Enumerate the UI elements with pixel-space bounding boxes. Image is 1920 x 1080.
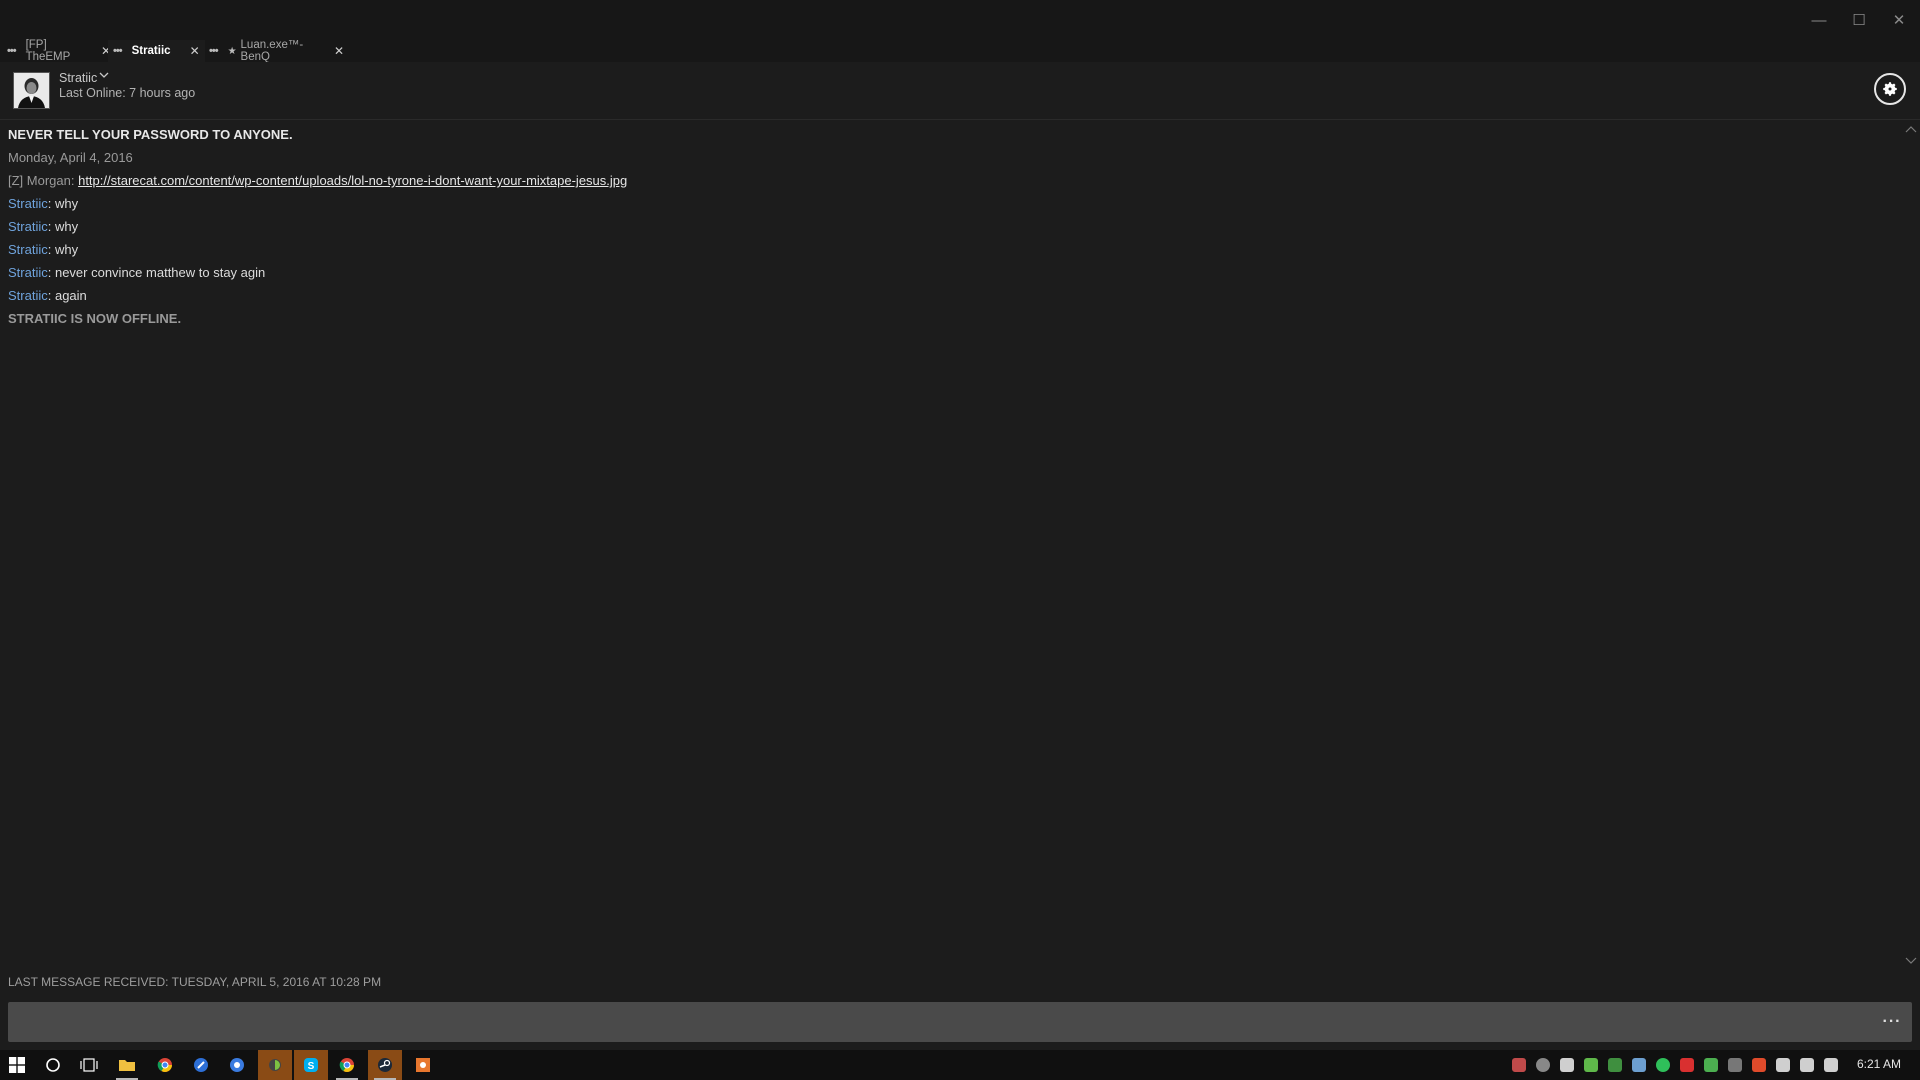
app-orange-2[interactable]	[406, 1050, 440, 1080]
tab-label: [FP] TheEMP	[25, 39, 71, 63]
scroll-up-arrow[interactable]	[1904, 124, 1918, 134]
tray-icon-6[interactable]	[1656, 1058, 1670, 1072]
offline-status: STRATIIC IS NOW OFFLINE.	[8, 311, 182, 326]
message-sender[interactable]: Stratiic	[8, 242, 48, 257]
tab-menu-icon[interactable]: •••	[209, 45, 219, 57]
avatar-image	[14, 73, 49, 108]
message-text: never convince matthew to stay agin	[54, 265, 266, 280]
tray-icon-10[interactable]	[1752, 1058, 1766, 1072]
taskbar: S 6:21 AM	[0, 1050, 1920, 1080]
chat-message: Stratiic: why	[8, 219, 79, 234]
settings-button[interactable]	[1874, 73, 1906, 105]
chrome-icon	[339, 1058, 354, 1072]
friend-name[interactable]: Stratiic	[59, 71, 97, 85]
message-sender[interactable]: Stratiic	[8, 288, 48, 303]
title-bar: — ☐ ✕	[0, 0, 1920, 40]
chat-log[interactable]: NEVER TELL YOUR PASSWORD TO ANYONE. Mond…	[0, 120, 1900, 965]
steam-tray-icon[interactable]	[1632, 1058, 1646, 1072]
close-icon[interactable]: ✕	[334, 44, 344, 58]
tab-theemp[interactable]: ••• [FP] TheEMP ✕	[7, 39, 111, 63]
scroll-down-arrow[interactable]	[1904, 956, 1918, 966]
message-sender[interactable]: Stratiic	[8, 196, 48, 211]
date-separator: Monday, April 4, 2016	[8, 150, 133, 165]
skype-icon: S	[304, 1058, 318, 1072]
task-view-button[interactable]	[72, 1050, 106, 1080]
app-icon	[416, 1058, 430, 1072]
message-text: why	[54, 242, 79, 257]
minimize-button[interactable]: —	[1808, 10, 1830, 32]
chrome-icon	[157, 1058, 172, 1072]
tab-luan-benq[interactable]: ••• ★ Luan.exe™-BenQ ✕	[209, 39, 344, 63]
close-icon[interactable]: ✕	[190, 44, 200, 58]
security-warning: NEVER TELL YOUR PASSWORD TO ANYONE.	[8, 127, 293, 142]
chat-message: [Z] Morgan: http://starecat.com/content/…	[8, 173, 628, 188]
tray-icon-5[interactable]	[1608, 1058, 1622, 1072]
tray-icon-4[interactable]	[1584, 1058, 1598, 1072]
volume-icon[interactable]	[1776, 1058, 1790, 1072]
file-explorer-app[interactable]	[110, 1050, 144, 1080]
tab-stratiic[interactable]: ••• Stratiic ✕	[108, 40, 205, 62]
close-window-button[interactable]: ✕	[1888, 10, 1910, 32]
windows-icon	[9, 1057, 25, 1073]
star-icon: ★	[227, 45, 237, 57]
message-link[interactable]: http://starecat.com/content/wp-content/u…	[78, 173, 627, 188]
tab-menu-icon[interactable]: •••	[113, 45, 123, 57]
last-online-status: Last Online: 7 hours ago	[59, 86, 196, 100]
message-text: why	[54, 219, 79, 234]
friend-header: Stratiic Last Online: 7 hours ago	[0, 62, 1920, 120]
message-text: why	[54, 196, 79, 211]
tray-icon-8[interactable]	[1704, 1058, 1718, 1072]
app-circle-icon	[194, 1058, 208, 1072]
app-orange-1[interactable]	[258, 1050, 292, 1080]
chrome-app[interactable]	[148, 1050, 182, 1080]
cortana-button[interactable]	[36, 1050, 70, 1080]
svg-text:S: S	[308, 1061, 315, 1072]
tray-icon-9[interactable]	[1728, 1058, 1742, 1072]
tray-icon-7[interactable]	[1680, 1058, 1694, 1072]
message-sender[interactable]: Stratiic	[8, 219, 48, 234]
tab-label: Luan.exe™-BenQ	[240, 39, 304, 63]
message-sender[interactable]: [Z] Morgan	[8, 173, 71, 188]
chat-message: Stratiic: never convince matthew to stay…	[8, 265, 266, 280]
app-circle-icon	[230, 1058, 244, 1072]
tab-label: Stratiic	[131, 45, 171, 57]
chat-input[interactable]	[8, 1002, 1868, 1042]
cortana-icon	[46, 1058, 60, 1072]
chat-message: Stratiic: why	[8, 242, 79, 257]
steam-app[interactable]	[368, 1050, 402, 1080]
app-icon	[269, 1059, 281, 1071]
last-message-received: LAST MESSAGE RECEIVED: TUESDAY, APRIL 5,…	[8, 975, 382, 989]
chrome-app-2[interactable]	[330, 1050, 364, 1080]
folder-icon	[119, 1060, 135, 1071]
chat-input-container: ···	[8, 1002, 1912, 1042]
chat-message: Stratiic: why	[8, 196, 79, 211]
app-blue-2[interactable]	[220, 1050, 254, 1080]
gear-icon	[1883, 82, 1897, 96]
steam-icon	[378, 1058, 392, 1072]
maximize-button[interactable]: ☐	[1848, 10, 1870, 32]
tab-menu-icon[interactable]: •••	[7, 45, 17, 57]
start-button[interactable]	[0, 1050, 34, 1080]
app-blue-1[interactable]	[184, 1050, 218, 1080]
tray-icon-3[interactable]	[1560, 1058, 1574, 1072]
clock[interactable]: 6:21 AM	[1857, 1057, 1901, 1071]
task-view-icon	[80, 1058, 98, 1072]
chat-tabs: ••• [FP] TheEMP ✕ ••• Stratiic ✕ ••• ★ L…	[0, 39, 1920, 63]
avatar[interactable]	[13, 72, 50, 109]
chat-message: Stratiic: again	[8, 288, 87, 303]
more-options-button[interactable]: ···	[1878, 1010, 1906, 1034]
tray-icon-2[interactable]	[1536, 1058, 1550, 1072]
network-icon[interactable]	[1800, 1058, 1814, 1072]
tray-icon-1[interactable]	[1512, 1058, 1526, 1072]
message-text: again	[54, 288, 87, 303]
notifications-icon[interactable]	[1824, 1058, 1838, 1072]
skype-app[interactable]: S	[294, 1050, 328, 1080]
chevron-down-icon[interactable]	[99, 71, 109, 82]
message-sender[interactable]: Stratiic	[8, 265, 48, 280]
